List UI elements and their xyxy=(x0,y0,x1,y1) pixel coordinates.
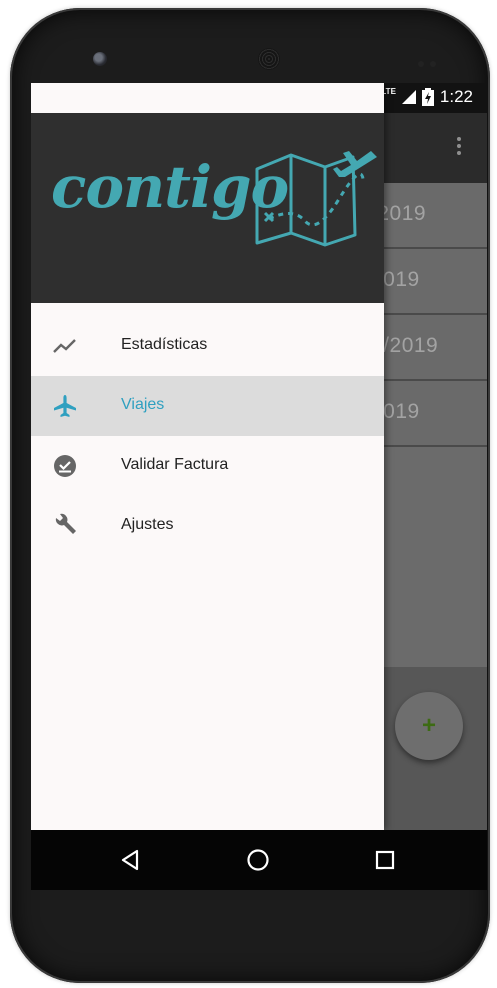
status-time: 1:22 xyxy=(439,87,473,106)
signal-icon xyxy=(401,90,416,104)
map-plane-logo-icon xyxy=(255,151,377,247)
check-circle-icon xyxy=(54,455,76,477)
proximity-sensor xyxy=(418,54,446,67)
home-icon[interactable] xyxy=(244,846,272,874)
battery-charging-icon xyxy=(421,88,434,106)
front-camera xyxy=(93,52,107,66)
menu-item-label: Estadísticas xyxy=(121,336,208,353)
system-navigation-bar xyxy=(31,830,487,890)
menu-item-validar-factura[interactable]: Validar Factura xyxy=(31,436,384,496)
wrench-icon xyxy=(55,513,76,534)
back-icon[interactable] xyxy=(117,846,145,874)
menu-item-ajustes[interactable]: Ajustes xyxy=(31,496,384,556)
drawer-menu: Estadísticas Viajes Validar Factura Ajus… xyxy=(31,316,384,556)
menu-item-viajes[interactable]: Viajes xyxy=(31,376,384,436)
overflow-menu-icon[interactable] xyxy=(457,137,463,158)
airplane-icon xyxy=(54,395,76,417)
drawer-header: contigo xyxy=(31,113,384,303)
trending-up-icon xyxy=(53,339,76,353)
recents-icon[interactable] xyxy=(371,846,399,874)
menu-item-label: Ajustes xyxy=(121,516,174,533)
menu-item-label: Viajes xyxy=(121,396,165,413)
add-trip-button[interactable]: + xyxy=(395,692,463,760)
status-right: LTE 1:22 xyxy=(381,87,473,107)
menu-item-label: Validar Factura xyxy=(121,456,229,473)
navigation-drawer: contigo Estadísticas Viajes Validar Fact… xyxy=(31,83,384,830)
screen: LTE 1:22 /2019 2019 2/2019 2019 + contig… xyxy=(31,83,487,890)
earpiece-speaker xyxy=(258,48,280,70)
menu-item-estadisticas[interactable]: Estadísticas xyxy=(31,316,384,376)
